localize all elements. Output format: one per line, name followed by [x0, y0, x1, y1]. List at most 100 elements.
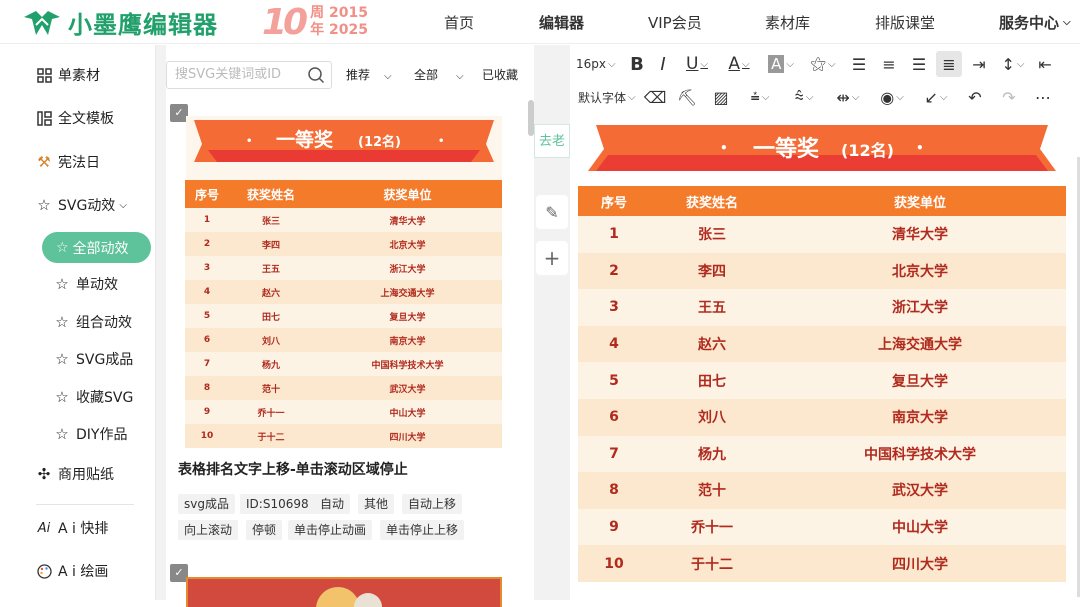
- nav-home[interactable]: 首页: [444, 0, 474, 44]
- search-input[interactable]: 搜SVG关键词或ID: [166, 61, 332, 89]
- table-row: 1 张三 清华大学: [185, 208, 502, 232]
- table-row: 3 王五 浙江大学: [185, 256, 502, 280]
- cursor-icon[interactable]: ↙ ⌵: [916, 84, 956, 110]
- tag[interactable]: 自动: [314, 494, 351, 514]
- sidebar-item-favorite-svg[interactable]: ☆ 收藏SVG: [54, 385, 133, 409]
- tag[interactable]: 自动上移: [402, 494, 463, 514]
- table-row: 9 乔十一 中山大学: [185, 400, 502, 424]
- filter-all[interactable]: 全部 ⌵: [414, 61, 464, 89]
- sidebar-item-template[interactable]: 全文模板: [36, 106, 114, 130]
- edit-icon[interactable]: ✎: [536, 195, 568, 229]
- sidebar-item-ai-draw[interactable]: A i 绘画: [36, 559, 108, 583]
- tag[interactable]: svg成品: [178, 494, 235, 514]
- table-cell-no: 5: [203, 311, 211, 321]
- italic-icon[interactable]: I: [652, 51, 674, 77]
- table-cell-unit: 北京大学: [389, 240, 426, 251]
- sidebar-item-constitution-day[interactable]: ⚒ 宪法日: [36, 150, 100, 174]
- anniversary-number: 10: [262, 1, 308, 43]
- tag[interactable]: 单击停止上移: [380, 520, 465, 540]
- table-row: 4 赵六 上海交通大学: [578, 325, 1066, 363]
- nav-materials[interactable]: 素材库: [765, 0, 810, 44]
- align-right-icon[interactable]: ☰: [906, 51, 932, 77]
- table-cell-no: 9: [609, 519, 619, 536]
- material-title[interactable]: 表格排名文字上移-单击滚动区域停止: [178, 459, 408, 479]
- table-row: 8 范十 武汉大学: [185, 376, 502, 400]
- table-row: 5 田七 复旦大学: [185, 304, 502, 328]
- table-row: 3 王五 浙江大学: [578, 289, 1066, 326]
- text-effect-icon[interactable]: ⚝ ⌵: [804, 51, 842, 77]
- filter-recommend[interactable]: 推荐 ⌵: [346, 61, 392, 89]
- font-size-select[interactable]: 16px ⌵: [576, 51, 622, 77]
- search-icon[interactable]: [307, 66, 325, 84]
- award-table[interactable]: 序号 获奖姓名 获奖单位 1 张三 清华大学 2 李四 北京大学 3 王五 浙江大学 4 赵六 上海交通大学…: [578, 186, 1066, 582]
- table-cell-name: 杨九: [698, 446, 726, 463]
- image-icon[interactable]: ▨: [706, 84, 736, 110]
- tag[interactable]: ID:S10698: [240, 494, 315, 514]
- chevron-down-icon: ⌵: [608, 58, 616, 70]
- sidebar-item-combo-effect[interactable]: ☆ 组合动效: [54, 310, 132, 334]
- redo-icon[interactable]: ↷: [994, 84, 1024, 110]
- table-cell-no: 6: [203, 335, 211, 345]
- sidebar-item-label: A i 绘画: [58, 564, 109, 580]
- sidebar-item-svg-finished[interactable]: ☆ SVG成品: [54, 347, 133, 371]
- add-icon[interactable]: +: [536, 241, 568, 275]
- table-cell-no: 5: [609, 372, 619, 389]
- nav-classroom[interactable]: 排版课堂: [875, 0, 935, 44]
- chevron-down-icon: ⌵: [1063, 16, 1071, 28]
- align-left-icon[interactable]: ☰: [846, 51, 872, 77]
- star-icon: ☆: [55, 388, 69, 406]
- nav-service-center[interactable]: 服务中心 ⌵: [999, 0, 1071, 44]
- nav-vip[interactable]: VIP会员: [648, 0, 702, 44]
- tag[interactable]: 向上滚动: [178, 520, 239, 540]
- next-material-thumbnail[interactable]: [186, 577, 502, 607]
- brand-name: 小墨鹰编辑器: [68, 10, 218, 39]
- undo-icon[interactable]: ↶: [960, 84, 990, 110]
- award-banner[interactable]: • • 一等奖 (12名): [586, 123, 1058, 175]
- brand-logo[interactable]: 小墨鹰编辑器: [22, 4, 218, 40]
- sidebar-item-stickers[interactable]: ✣ 商用贴纸: [36, 462, 114, 486]
- table-cell-name: 田七: [261, 312, 280, 323]
- sidebar-item-ai-layout[interactable]: Ai A i 快排: [36, 516, 109, 540]
- export-icon[interactable]: ⇤: [1034, 51, 1056, 77]
- highlight-icon[interactable]: A ⌵: [762, 51, 800, 77]
- nav-service-label: 服务中心: [999, 13, 1060, 32]
- table-row: 1 张三 清华大学: [578, 216, 1066, 253]
- sidebar-item-all-effects[interactable]: ☆ 全部动效: [42, 232, 151, 263]
- table-cell-name: 范十: [261, 384, 280, 395]
- nav-editor[interactable]: 编辑器: [539, 0, 584, 44]
- bold-icon[interactable]: B: [626, 51, 648, 77]
- spacing-bottom-icon[interactable]: ⩯ ⌵: [784, 84, 824, 110]
- sidebar-item-single-effect[interactable]: ☆ 单动效: [54, 272, 118, 296]
- table-cell-unit: 中国科学技术大学: [371, 360, 444, 371]
- sidebar-item-single[interactable]: 单素材: [36, 63, 100, 87]
- table-row: 4 赵六 上海交通大学: [185, 280, 502, 304]
- tag[interactable]: 其他: [358, 494, 395, 514]
- filter-favorited[interactable]: 已收藏: [482, 61, 518, 89]
- more-icon[interactable]: ⋯: [1028, 84, 1058, 110]
- chevron-down-icon: ⌵: [628, 91, 636, 103]
- align-center-icon[interactable]: ≡: [876, 51, 902, 77]
- font-family-select[interactable]: 默认字体 ⌵: [578, 84, 638, 110]
- sidebar-item-diy[interactable]: ☆ DIY作品: [54, 422, 127, 446]
- spacing-top-icon[interactable]: ⩮ ⌵: [740, 84, 780, 110]
- bulb-icon[interactable]: ◉ ⌵: [872, 84, 912, 110]
- align-justify-icon[interactable]: ≣: [936, 51, 962, 77]
- table-cell-unit: 上海交通大学: [380, 288, 435, 299]
- tag[interactable]: 单击停止动画: [288, 520, 373, 540]
- palette-icon: [36, 563, 52, 579]
- underline-icon[interactable]: U ⌵: [678, 51, 716, 77]
- indent-icon[interactable]: ⇥: [966, 51, 992, 77]
- eraser-icon[interactable]: ⌫: [642, 84, 668, 110]
- table-cell-no: 9: [203, 407, 211, 417]
- letter-spacing-icon[interactable]: ⇹ ⌵: [828, 84, 868, 110]
- filter-label: 推荐: [346, 68, 371, 82]
- go-old-version-button[interactable]: 去老: [534, 124, 570, 158]
- table-row: 10 于十二 四川大学: [185, 424, 502, 448]
- sidebar-item-svg-effects[interactable]: ☆ SVG动效 ⌵: [36, 193, 127, 217]
- font-color-icon[interactable]: A ⌵: [720, 51, 758, 77]
- format-painter-icon[interactable]: ⛏: [672, 84, 702, 110]
- line-height-icon[interactable]: ↕ ⌵: [996, 51, 1030, 77]
- star-icon: ☆: [55, 425, 69, 443]
- table-cell-unit: 北京大学: [892, 263, 948, 280]
- tag[interactable]: 停顿: [246, 520, 283, 540]
